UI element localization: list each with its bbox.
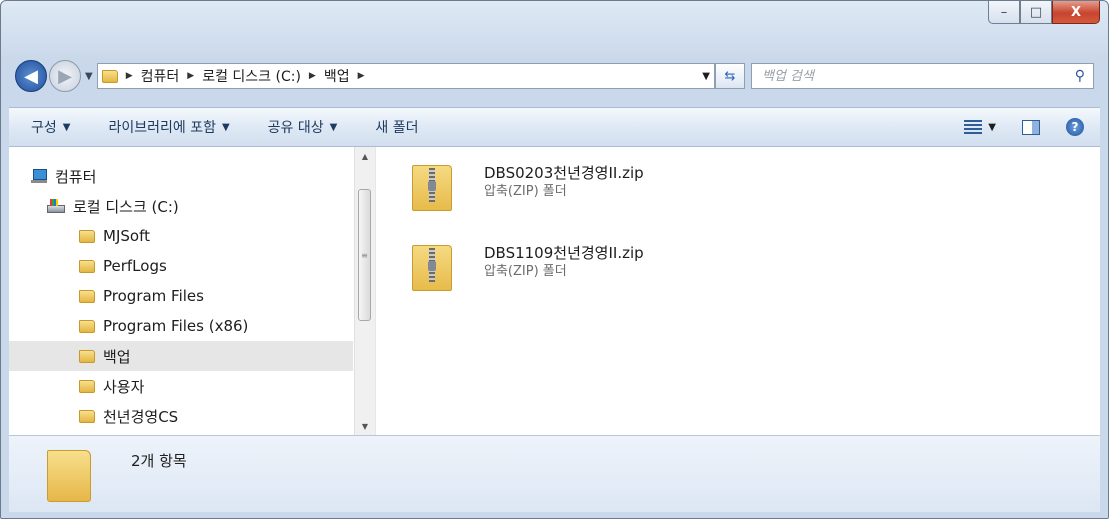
- minimize-button[interactable]: –: [988, 1, 1020, 24]
- file-type: 압축(ZIP) 폴더: [484, 264, 567, 279]
- chevron-down-icon: ▼: [221, 121, 230, 133]
- chevron-down-icon: ▼: [329, 121, 338, 133]
- breadcrumb-separator-icon[interactable]: ▶: [126, 71, 133, 81]
- preview-pane-icon[interactable]: [1022, 119, 1040, 135]
- nav-item-cheonnyeon-cs[interactable]: 천년경영CS: [9, 401, 353, 431]
- folder-icon: [47, 450, 91, 502]
- nav-item-program-files-x86[interactable]: Program Files (x86): [9, 311, 353, 341]
- zip-folder-icon: [412, 165, 452, 211]
- nav-item-computer[interactable]: 컴퓨터: [9, 161, 353, 191]
- file-type: 압축(ZIP) 폴더: [484, 184, 567, 199]
- folder-icon: [79, 229, 95, 243]
- address-controls: ▼: [702, 71, 710, 82]
- close-button[interactable]: X: [1052, 1, 1100, 24]
- scroll-down-icon[interactable]: ▼: [355, 417, 375, 435]
- share-with-menu[interactable]: 공유 대상 ▼: [268, 117, 338, 137]
- nav-item-label: 컴퓨터: [55, 167, 97, 186]
- disk-drive-icon: [47, 199, 65, 213]
- nav-item-label: Program Files: [103, 287, 204, 305]
- nav-item-label: PerfLogs: [103, 257, 167, 275]
- help-icon[interactable]: ?: [1066, 118, 1084, 136]
- folder-icon: [79, 289, 95, 303]
- include-in-library-menu[interactable]: 라이브러리에 포함 ▼: [108, 117, 229, 137]
- nav-item-program-files[interactable]: Program Files: [9, 281, 353, 311]
- chevron-down-icon: ▼: [988, 121, 996, 133]
- chevron-down-icon: ▼: [62, 121, 71, 133]
- view-details-icon: [964, 120, 983, 134]
- search-icon[interactable]: ⚲: [1075, 68, 1085, 84]
- nav-item-label: 로컬 디스크 (C:): [73, 197, 179, 216]
- include-library-label: 라이브러리에 포함: [108, 120, 216, 136]
- nav-item-label: MJSoft: [103, 227, 150, 245]
- new-folder-label: 새 폴더: [375, 120, 419, 136]
- folder-icon: [79, 379, 95, 393]
- nav-item-backup[interactable]: 백업: [9, 341, 353, 371]
- breadcrumb-computer[interactable]: 컴퓨터: [141, 66, 180, 86]
- refresh-button[interactable]: ⇆: [715, 63, 745, 89]
- toolbar-right: ▼ ?: [964, 118, 1100, 136]
- folder-icon: [101, 69, 118, 83]
- breadcrumb-separator-icon[interactable]: ▶: [358, 71, 365, 81]
- list-item[interactable]: DBS0203천년경영II.zip 압축(ZIP) 폴더: [412, 163, 644, 211]
- file-info: DBS0203천년경영II.zip 압축(ZIP) 폴더: [484, 163, 644, 201]
- item-count: 2개 항목: [131, 452, 187, 470]
- back-button[interactable]: ◀: [15, 60, 47, 92]
- nav-tree: 컴퓨터 로컬 디스크 (C:) MJSoft PerfLogs Program …: [9, 161, 353, 431]
- address-bar[interactable]: ▶ 컴퓨터 ▶ 로컬 디스크 (C:) ▶ 백업 ▶ ▼: [96, 63, 715, 89]
- nav-item-users[interactable]: 사용자: [9, 371, 353, 401]
- nav-item-label: Program Files (x86): [103, 317, 249, 335]
- nav-item-label: 천년경영CS: [103, 407, 179, 426]
- nav-item-label: 백업: [103, 347, 131, 366]
- nav-item-perflogs[interactable]: PerfLogs: [9, 251, 353, 281]
- explorer-window: – □ X ◀ ▶ ▼ ▶ 컴퓨터 ▶ 로컬 디스크 (C:) ▶ 백업 ▶ ▼…: [0, 0, 1109, 519]
- details-pane: 2개 항목: [9, 435, 1100, 512]
- folder-icon: [79, 319, 95, 333]
- address-history-dropdown-icon[interactable]: ▼: [702, 71, 710, 82]
- file-name: DBS0203천년경영II.zip: [484, 164, 644, 182]
- share-with-label: 공유 대상: [267, 120, 324, 136]
- search-box[interactable]: ⚲: [751, 63, 1094, 89]
- nav-scrollbar[interactable]: ▲ ≡ ▼: [354, 147, 375, 435]
- forward-button[interactable]: ▶: [49, 60, 81, 92]
- file-list: DBS0203천년경영II.zip 압축(ZIP) 폴더 DBS1109천년경영…: [376, 147, 1100, 435]
- organize-label: 구성: [31, 120, 57, 136]
- folder-icon: [79, 409, 95, 423]
- folder-icon: [79, 259, 95, 273]
- list-item[interactable]: DBS1109천년경영II.zip 압축(ZIP) 폴더: [412, 243, 644, 291]
- breadcrumb-backup[interactable]: 백업: [324, 66, 350, 86]
- change-view-button[interactable]: ▼: [964, 120, 996, 134]
- command-bar: 구성 ▼ 라이브러리에 포함 ▼ 공유 대상 ▼ 새 폴더 ▼ ?: [9, 107, 1100, 147]
- file-name: DBS1109천년경영II.zip: [484, 244, 644, 262]
- new-folder-button[interactable]: 새 폴더: [375, 117, 418, 137]
- nav-item-local-disk[interactable]: 로컬 디스크 (C:): [9, 191, 353, 221]
- zip-folder-icon: [412, 245, 452, 291]
- recent-pages-dropdown-icon[interactable]: ▼: [85, 71, 93, 82]
- scroll-up-icon[interactable]: ▲: [355, 147, 375, 165]
- organize-menu[interactable]: 구성 ▼: [31, 117, 70, 137]
- scroll-thumb[interactable]: ≡: [358, 189, 371, 321]
- address-row: ◀ ▶ ▼ ▶ 컴퓨터 ▶ 로컬 디스크 (C:) ▶ 백업 ▶ ▼ ⇆ ⚲: [15, 59, 1094, 93]
- maximize-button[interactable]: □: [1020, 1, 1052, 24]
- nav-item-label: 사용자: [103, 377, 145, 396]
- breadcrumb-local-disk[interactable]: 로컬 디스크 (C:): [202, 66, 301, 86]
- folder-icon: [79, 349, 95, 363]
- main-area: 컴퓨터 로컬 디스크 (C:) MJSoft PerfLogs Program …: [9, 147, 1100, 435]
- breadcrumb-separator-icon[interactable]: ▶: [187, 71, 194, 81]
- nav-item-mjsoft[interactable]: MJSoft: [9, 221, 353, 251]
- navigation-pane: 컴퓨터 로컬 디스크 (C:) MJSoft PerfLogs Program …: [9, 147, 376, 435]
- breadcrumb-separator-icon[interactable]: ▶: [309, 71, 316, 81]
- file-info: DBS1109천년경영II.zip 압축(ZIP) 폴더: [484, 243, 644, 281]
- search-input[interactable]: [760, 67, 1075, 85]
- caption-buttons: – □ X: [988, 1, 1100, 24]
- computer-icon: [31, 169, 47, 183]
